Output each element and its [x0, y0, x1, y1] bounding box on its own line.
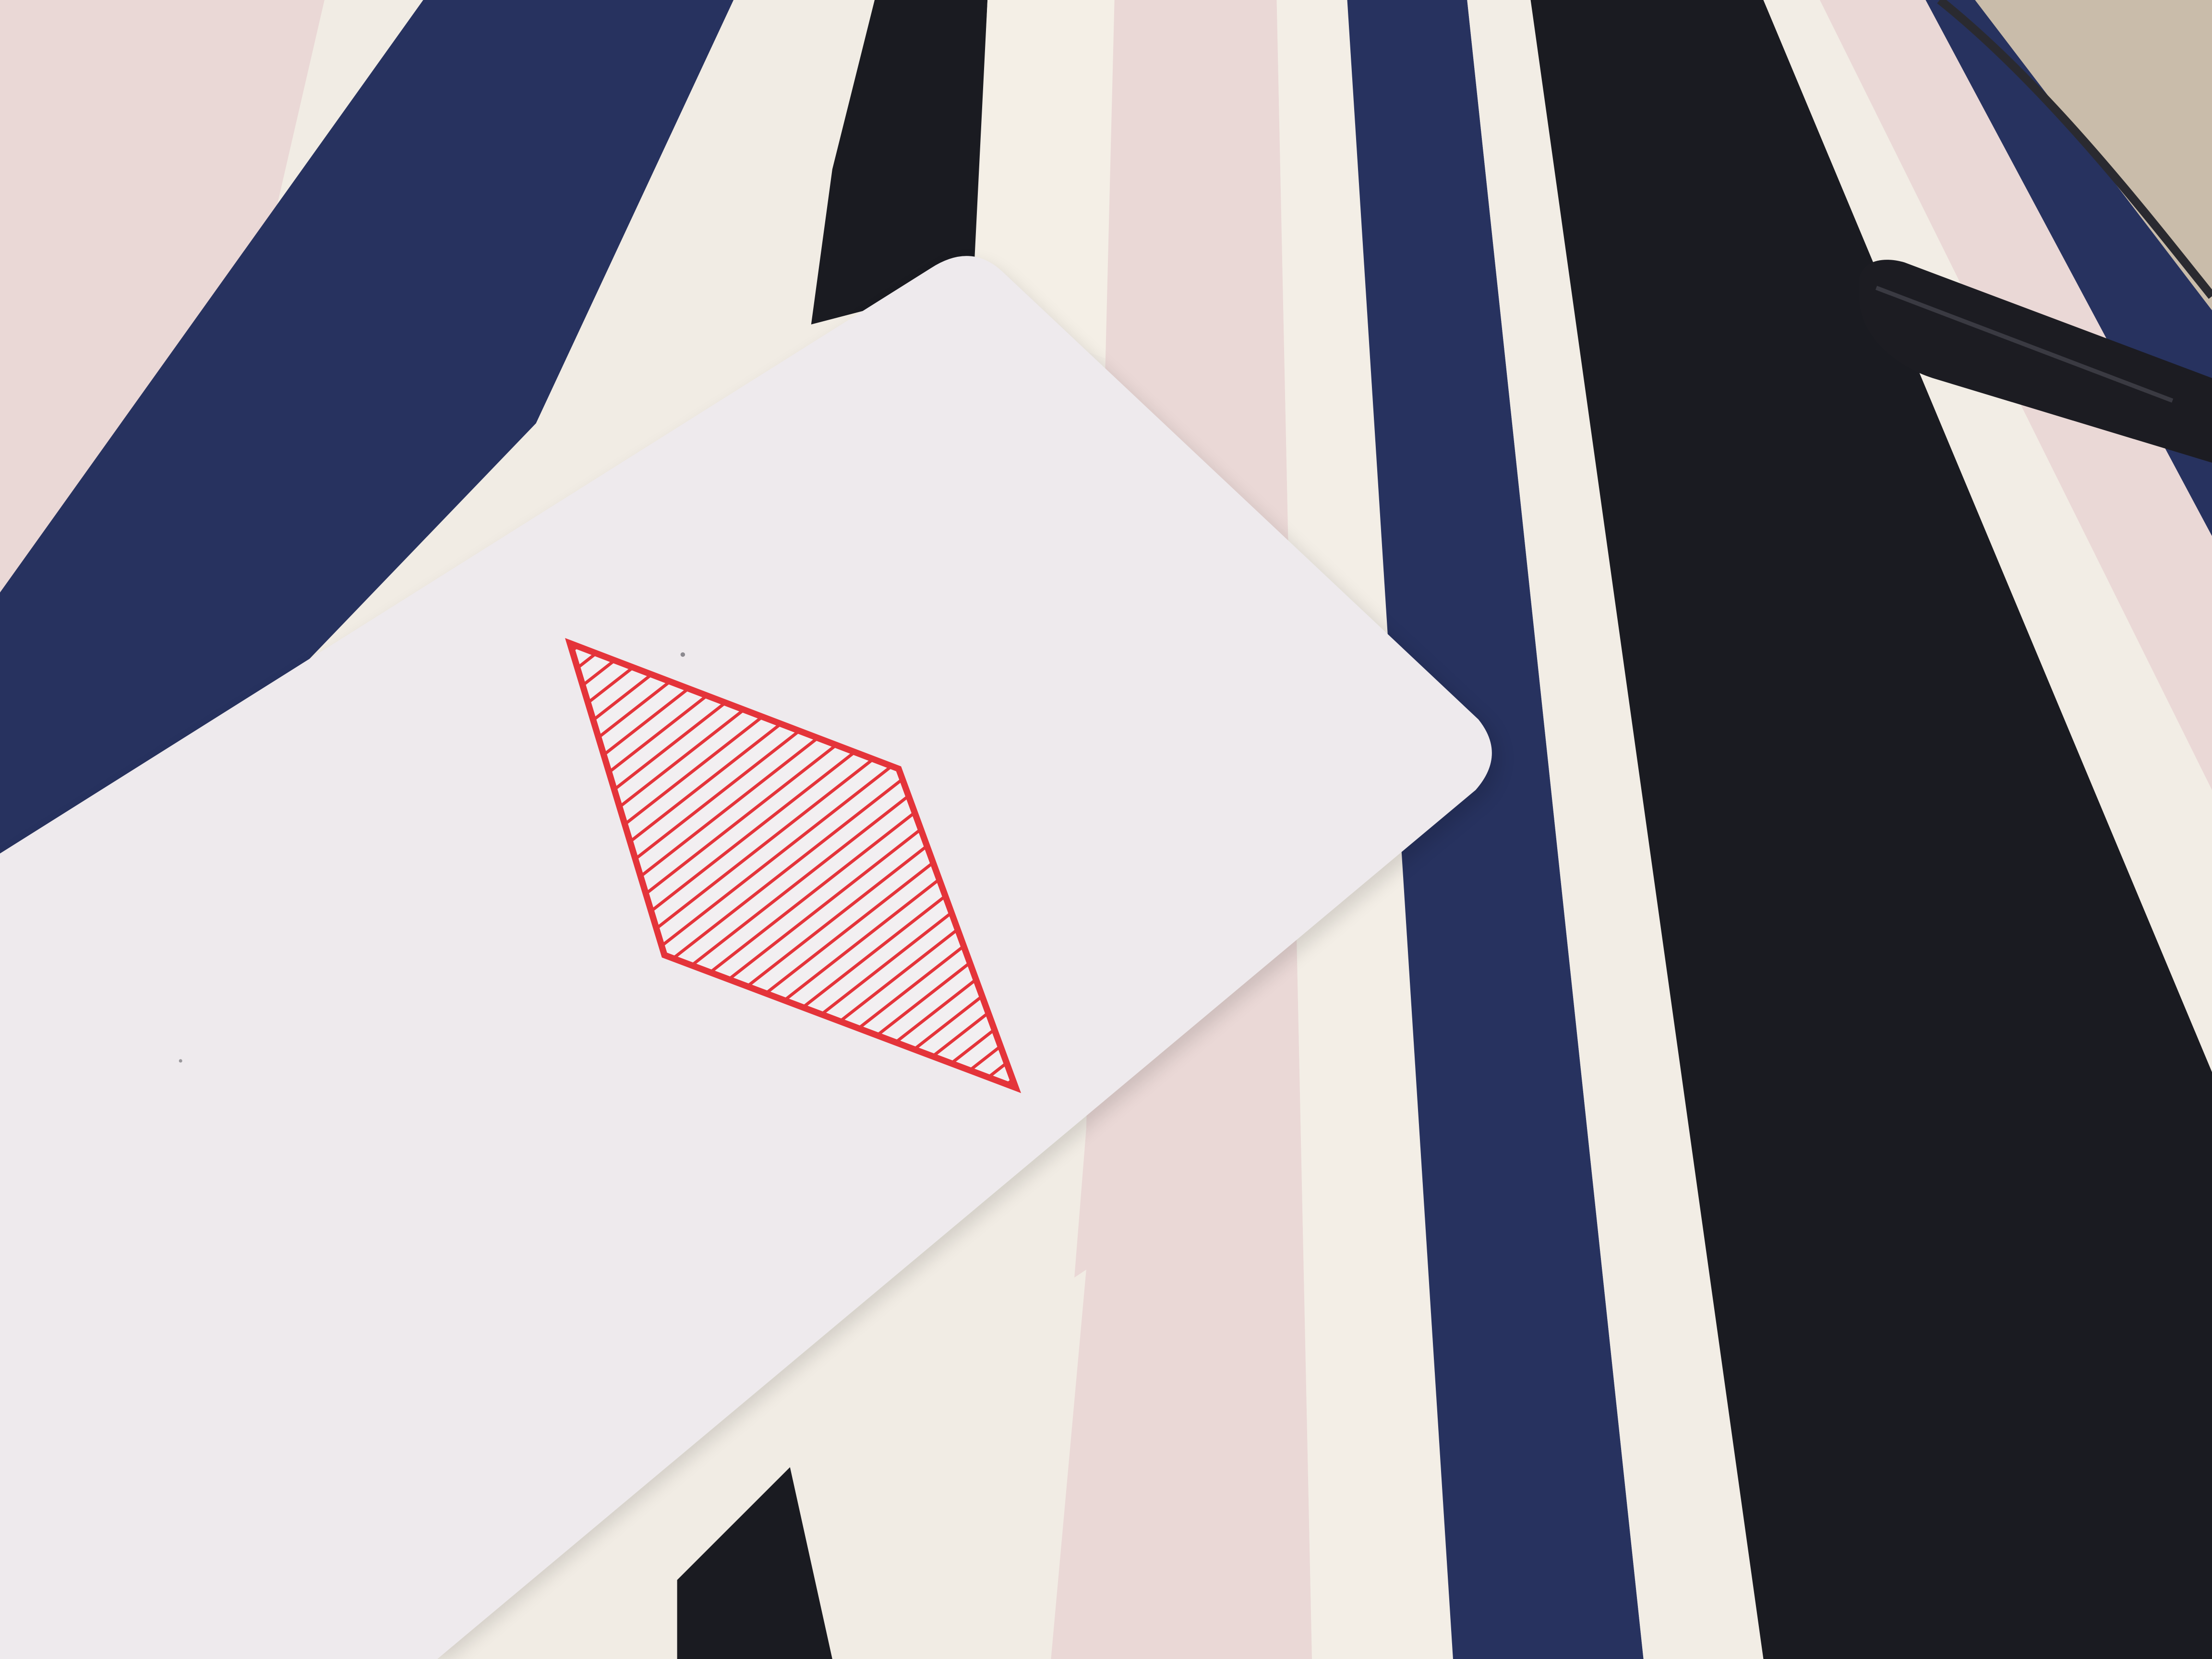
- card-speck: [680, 652, 685, 657]
- photo-scene: [0, 0, 2212, 1659]
- card-speck-2: [179, 1059, 182, 1063]
